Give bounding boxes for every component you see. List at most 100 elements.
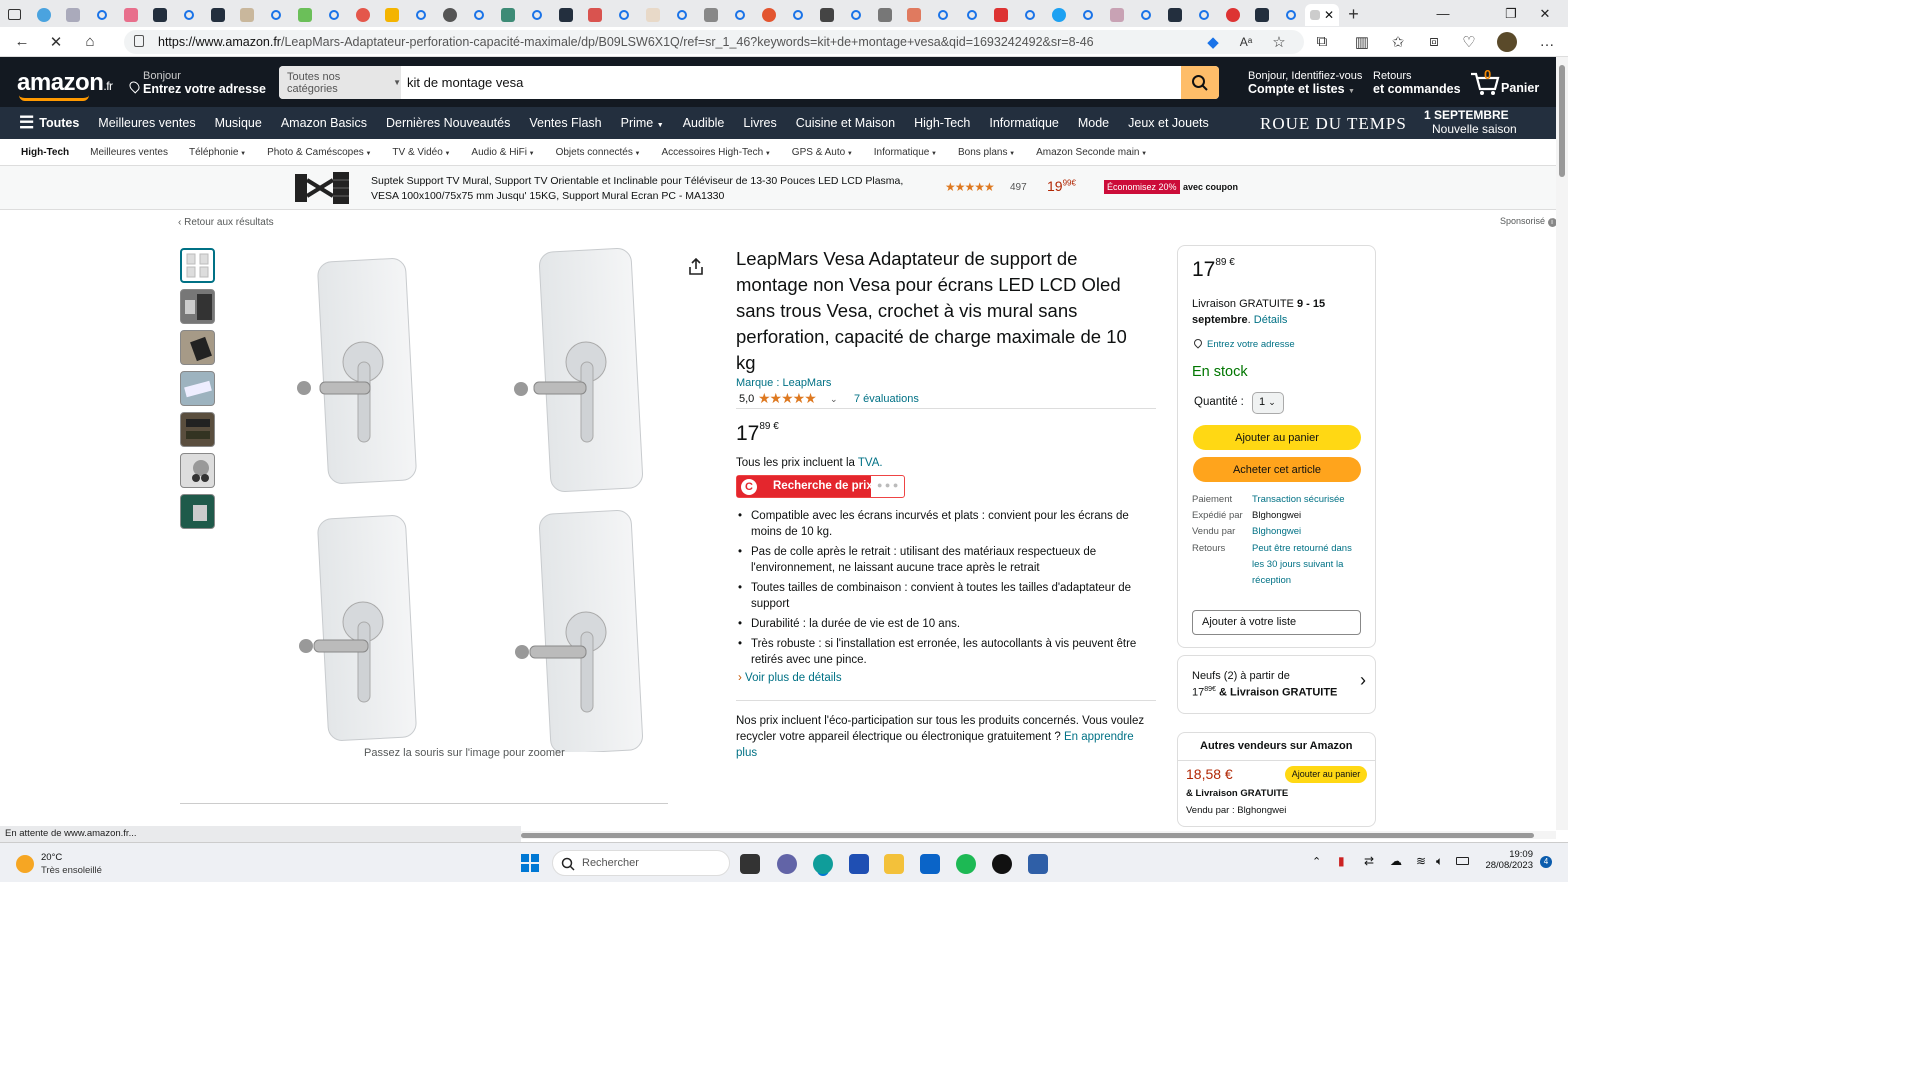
settings-more-icon[interactable]: … [1530,28,1564,56]
returns-orders[interactable]: Retours et commandes [1373,70,1461,96]
start-button[interactable] [520,853,540,873]
nav-item-prime[interactable]: Prime ▼ [621,116,664,130]
browser-essentials-icon[interactable]: ♡ [1452,28,1486,56]
subnav-item[interactable]: Photo & Caméscopes ▼ [267,147,371,158]
app-tray-icon[interactable]: ▮ [1338,854,1345,868]
vertical-scrollbar[interactable] [1556,57,1568,830]
brand-link[interactable]: Marque : LeapMars [736,377,831,389]
browser-tab[interactable] [261,4,290,26]
chevron-up-icon[interactable]: ⌃ [1312,855,1321,868]
browser-tab[interactable] [899,4,928,26]
notification-badge[interactable]: 4 [1540,856,1552,868]
nav-item[interactable]: Mode [1078,116,1109,130]
all-menu-button[interactable]: ☰ Toutes [19,113,79,133]
banner-star-rating[interactable]: ★★★★★ [945,180,995,194]
scrollbar-thumb[interactable] [521,833,1534,838]
weather-widget[interactable]: 20°C Très ensoleillé [14,850,134,878]
search-input[interactable] [401,66,1181,99]
browser-tab[interactable] [754,4,783,26]
delivery-details-link[interactable]: Détails [1254,314,1288,326]
browser-tab[interactable] [174,4,203,26]
mail-icon[interactable] [920,854,940,874]
split-screen-icon[interactable]: ▥ [1345,28,1379,56]
account-menu[interactable]: Bonjour, Identifiez-vous Compte et liste… [1248,70,1362,98]
subnav-item[interactable]: Audio & HiFi ▼ [471,147,534,158]
browser-tab[interactable] [58,4,87,26]
browser-tab[interactable] [1131,4,1160,26]
spotify-icon[interactable] [956,854,976,874]
browser-tab[interactable] [145,4,174,26]
favorites-icon[interactable]: ✩ [1381,28,1415,56]
browser-tab[interactable] [1276,4,1305,26]
browser-tab[interactable] [551,4,580,26]
reviews-link[interactable]: 7 évaluations [854,393,919,405]
thumbnail-image[interactable] [180,330,215,365]
thumbnail-image[interactable] [180,453,215,488]
nav-item[interactable]: Informatique [989,116,1058,130]
subnav-item[interactable]: GPS & Auto ▼ [792,147,853,158]
browser-tab[interactable] [522,4,551,26]
nav-item[interactable]: Audible [683,116,725,130]
tiktok-icon[interactable] [992,854,1012,874]
browser-tab[interactable] [1218,4,1247,26]
browser-tab[interactable] [696,4,725,26]
browser-tab[interactable] [1044,4,1073,26]
thumbnail-image[interactable] [180,289,215,324]
nav-item[interactable]: Amazon Basics [281,116,367,130]
browser-tab[interactable] [464,4,493,26]
browser-tab[interactable] [203,4,232,26]
lock-icon[interactable] [134,35,144,47]
address-link[interactable]: Entrez votre adresse [1192,337,1295,350]
back-button[interactable]: ← [5,28,39,56]
search-button[interactable] [1181,66,1219,99]
quantity-select[interactable]: 1 ⌄ [1252,392,1284,414]
buy-now-button[interactable]: Acheter cet article [1193,457,1361,482]
edge-browser-icon[interactable] [813,854,833,874]
cart-button[interactable]: 0 Panier [1470,67,1540,97]
teams-chat-icon[interactable] [777,854,797,874]
wifi-icon[interactable]: ≋ [1416,854,1426,868]
browser-tab[interactable] [290,4,319,26]
close-window-button[interactable]: ✕ [1522,0,1568,27]
banner-rating-count[interactable]: 497 [1010,182,1027,193]
browser-tab[interactable] [580,4,609,26]
minimize-button[interactable]: — [1420,0,1466,27]
clock[interactable]: 19:09 28/08/2023 [1485,849,1533,871]
subnav-item[interactable]: Objets connectés ▼ [556,147,641,158]
payment-value[interactable]: Transaction sécurisée [1252,492,1345,508]
nav-item[interactable]: High-Tech [914,116,970,130]
profile-avatar[interactable] [1490,28,1524,56]
taskbar-search[interactable]: Rechercher [552,850,730,876]
other-seller-add-button[interactable]: Ajouter au panier [1285,766,1367,783]
security-app-icon[interactable] [1028,854,1048,874]
thumbnail-image[interactable] [180,248,215,283]
tray-cloud-icon[interactable]: ☁ [1390,854,1402,868]
deliver-to[interactable]: Bonjour Entrez votre adresse [127,70,266,96]
stop-loading-button[interactable]: ✕ [39,28,73,56]
tray-tool-icon[interactable]: ⇄ [1364,854,1374,868]
thumbnail-image[interactable] [180,412,215,447]
search-category-select[interactable]: Toutes nos catégories ▼ [279,66,401,99]
extensions-icon[interactable]: ⧉ [1305,28,1339,56]
more-details-link[interactable]: › Voir plus de détails [738,672,842,684]
subnav-item-high-tech[interactable]: High-Tech [21,147,69,158]
close-tab-icon[interactable]: ✕ [1324,8,1334,22]
promo-banner[interactable]: ROUE DU TEMPS 1 SEPTEMBRE Nouvelle saiso… [1260,107,1550,139]
file-explorer-icon[interactable] [884,854,904,874]
favorite-star-icon[interactable]: ☆ [1262,28,1296,56]
browser-tab[interactable] [725,4,754,26]
browser-tab[interactable] [1189,4,1218,26]
add-to-list-button[interactable]: Ajouter à votre liste [1192,610,1361,635]
task-view-icon[interactable] [740,854,760,874]
nav-item[interactable]: Cuisine et Maison [796,116,895,130]
collections-icon[interactable]: ⧈ [1417,28,1451,56]
browser-tab-active[interactable]: ✕ [1305,3,1339,26]
subnav-item[interactable]: Informatique ▼ [874,147,937,158]
subnav-item[interactable]: Accessoires High-Tech ▼ [661,147,770,158]
browser-tab[interactable] [986,4,1015,26]
new-offers-box[interactable]: Neufs (2) à partir de 1789€ & Livraison … [1177,655,1376,714]
nav-item[interactable]: Jeux et Jouets [1128,116,1209,130]
browser-tab[interactable] [348,4,377,26]
back-to-results-link[interactable]: ‹ Retour aux résultats [178,217,274,228]
nav-item[interactable]: Meilleures ventes [98,116,195,130]
